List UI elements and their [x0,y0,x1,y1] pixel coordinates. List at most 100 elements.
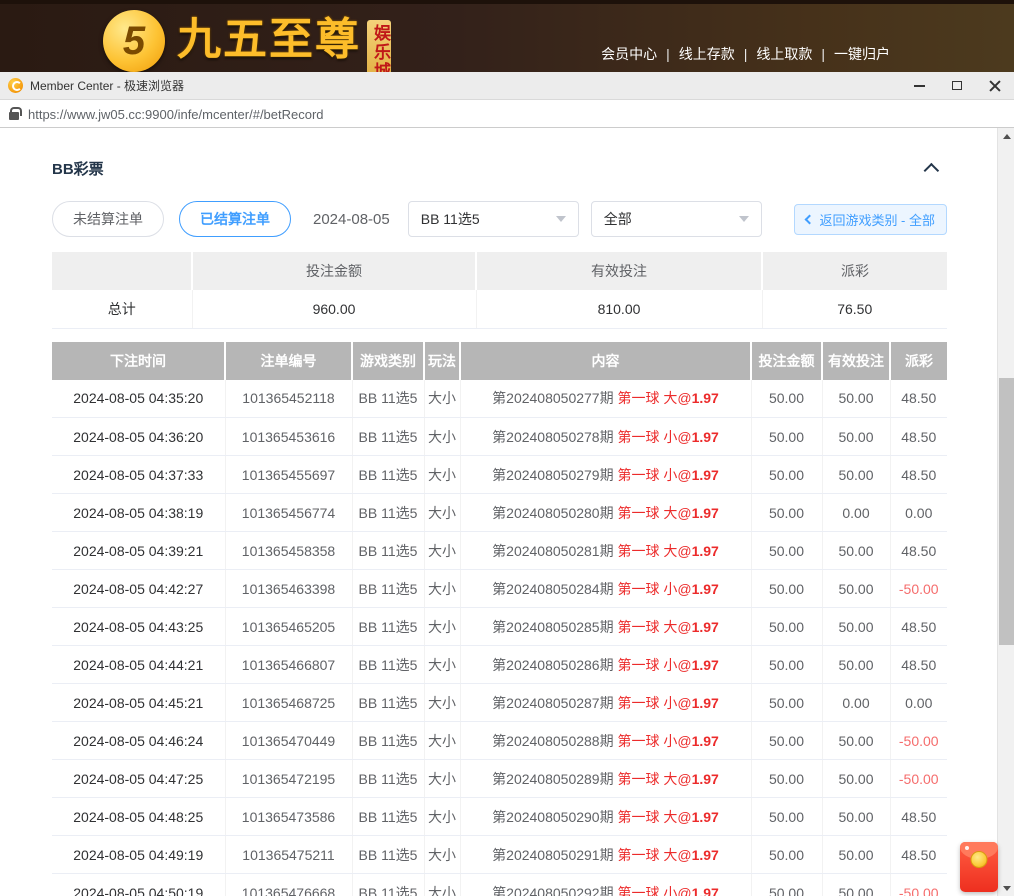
minimize-button[interactable] [900,72,938,99]
sparkle-icon [965,846,969,850]
cell-payout: 48.50 [890,532,947,570]
summary-header-row: 投注金额 有效投注 派彩 [52,252,947,290]
cell-payout: 0.00 [890,494,947,532]
col-header-content: 内容 [460,342,751,380]
cell-time: 2024-08-05 04:49:19 [52,836,225,874]
red-envelope-promo-icon[interactable] [960,842,998,892]
summary-header-bet-amount: 投注金额 [192,252,476,290]
chevron-down-icon [556,216,566,222]
nav-link-0[interactable]: 会员中心 [601,46,657,62]
cell-valid-bet: 50.00 [822,722,890,760]
cell-content: 第202408050288期 第一球 小@1.97 [460,722,751,760]
collapse-chevron-up-icon[interactable] [924,163,940,179]
minimize-icon [914,85,925,87]
cell-valid-bet: 50.00 [822,570,890,608]
cell-game: BB 11选5 [352,722,424,760]
content-area: BB彩票 未结算注单 已结算注单 2024-08-05 BB 11选5 全部 返… [0,128,997,896]
url-text[interactable]: https://www.jw05.cc:9900/infe/mcenter/#/… [28,107,324,122]
game-select[interactable]: BB 11选5 [408,201,579,237]
cell-play: 大小 [424,608,460,646]
cell-order-id: 101365455697 [225,456,352,494]
site-header: 5 九五至尊 娱乐城 会员中心|线上存款|线上取款|一键归户 [0,0,1014,72]
settled-bets-button[interactable]: 已结算注单 [179,201,291,237]
table-row: 2024-08-05 04:35:20 101365452118 BB 11选5… [52,380,947,418]
content-period: 第202408050279期 [492,467,613,483]
cell-game: BB 11选5 [352,380,424,418]
content-odds: 1.97 [692,390,719,406]
table-row: 2024-08-05 04:43:25 101365465205 BB 11选5… [52,608,947,646]
table-row: 2024-08-05 04:39:21 101365458358 BB 11选5… [52,532,947,570]
cell-play: 大小 [424,456,460,494]
cell-payout: 48.50 [890,646,947,684]
content-period: 第202408050290期 [492,809,613,825]
cell-payout: 48.50 [890,798,947,836]
cell-bet-amount: 50.00 [751,570,822,608]
lock-icon [9,112,19,120]
content-pick: 第一球 大@ [617,619,691,635]
cell-valid-bet: 50.00 [822,646,890,684]
cell-content: 第202408050281期 第一球 大@1.97 [460,532,751,570]
chevron-left-icon [805,214,815,224]
cell-play: 大小 [424,494,460,532]
cell-game: BB 11选5 [352,798,424,836]
scroll-up-button[interactable] [998,128,1014,144]
scroll-down-button[interactable] [998,880,1014,896]
logo-text: 九五至尊 [177,16,361,64]
summary-total-label: 总计 [52,290,192,328]
cell-payout: 48.50 [890,380,947,418]
cell-bet-amount: 50.00 [751,798,822,836]
cell-content: 第202408050292期 第一球 小@1.97 [460,874,751,896]
content-period: 第202408050292期 [492,885,613,896]
cell-order-id: 101365465205 [225,608,352,646]
content-odds: 1.97 [692,505,719,521]
cell-time: 2024-08-05 04:46:24 [52,722,225,760]
site-logo[interactable]: 5 九五至尊 娱乐城 [103,10,391,72]
table-row: 2024-08-05 04:37:33 101365455697 BB 11选5… [52,456,947,494]
cell-play: 大小 [424,760,460,798]
close-button[interactable] [976,72,1014,99]
scrollbar-thumb[interactable] [999,378,1014,645]
cell-play: 大小 [424,570,460,608]
cell-time: 2024-08-05 04:38:19 [52,494,225,532]
cell-valid-bet: 50.00 [822,380,890,418]
nav-separator: | [821,46,825,62]
vertical-scrollbar[interactable] [997,128,1014,896]
summary-payout: 76.50 [762,290,947,328]
nav-link-2[interactable]: 线上取款 [756,46,812,62]
summary-table: 投注金额 有效投注 派彩 总计 960.00 810.00 76.50 [52,252,947,329]
col-header-game: 游戏类别 [352,342,424,380]
cell-time: 2024-08-05 04:47:25 [52,760,225,798]
cell-game: BB 11选5 [352,570,424,608]
cell-content: 第202408050279期 第一球 小@1.97 [460,456,751,494]
table-row: 2024-08-05 04:45:21 101365468725 BB 11选5… [52,684,947,722]
content-period: 第202408050287期 [492,695,613,711]
cell-valid-bet: 50.00 [822,874,890,896]
maximize-button[interactable] [938,72,976,99]
section-title: BB彩票 [52,158,104,179]
unsettled-bets-button[interactable]: 未结算注单 [52,201,164,237]
summary-header-empty [52,252,192,290]
cell-order-id: 101365453616 [225,418,352,456]
url-bar[interactable]: https://www.jw05.cc:9900/infe/mcenter/#/… [0,101,1014,128]
col-header-valid-bet: 有效投注 [822,342,890,380]
cell-valid-bet: 0.00 [822,494,890,532]
nav-link-1[interactable]: 线上存款 [679,46,735,62]
cell-payout: -50.00 [890,874,947,896]
cell-valid-bet: 0.00 [822,684,890,722]
table-row: 2024-08-05 04:42:27 101365463398 BB 11选5… [52,570,947,608]
nav-link-3[interactable]: 一键归户 [834,46,890,62]
content-odds: 1.97 [692,581,719,597]
playtype-select[interactable]: 全部 [591,201,762,237]
date-picker-value[interactable]: 2024-08-05 [313,211,390,228]
col-header-time: 下注时间 [52,342,225,380]
content-odds: 1.97 [692,809,719,825]
content-pick: 第一球 小@ [617,581,691,597]
table-row: 2024-08-05 04:38:19 101365456774 BB 11选5… [52,494,947,532]
summary-bet-amount: 960.00 [192,290,476,328]
cell-bet-amount: 50.00 [751,532,822,570]
col-header-payout: 派彩 [890,342,947,380]
cell-payout: -50.00 [890,570,947,608]
back-to-category-button[interactable]: 返回游戏类别 - 全部 [794,204,947,235]
cell-bet-amount: 50.00 [751,608,822,646]
cell-content: 第202408050286期 第一球 小@1.97 [460,646,751,684]
